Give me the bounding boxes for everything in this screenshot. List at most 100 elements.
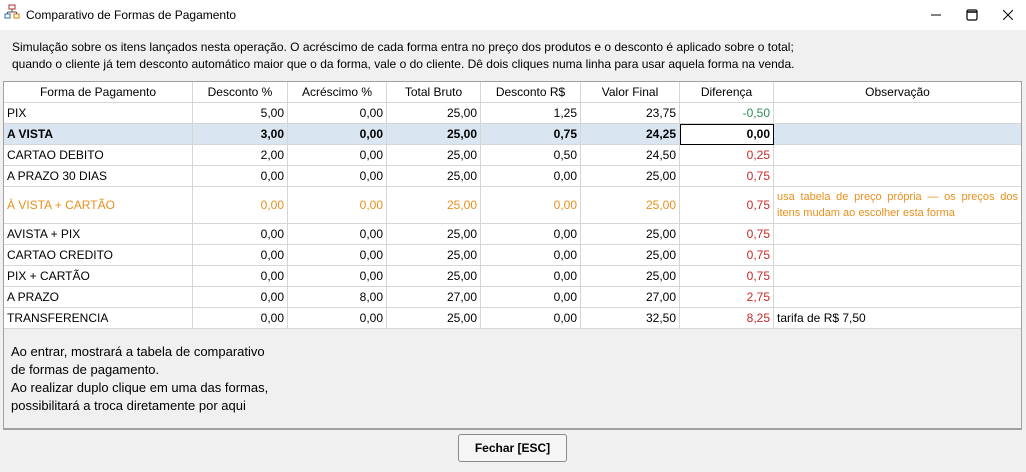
cell-acrescimo-pct: 0,00 [288,224,387,245]
cell-forma: PIX [4,103,193,124]
description: Simulação sobre os itens lançados nesta … [12,39,1012,73]
cell-valor-final: 25,00 [581,224,680,245]
cell-observacao [774,245,1021,266]
cell-forma: PIX + CARTÃO [4,266,193,287]
description-line: quando o cliente já tem desconto automát… [12,57,795,71]
close-icon [1003,10,1013,20]
cell-acrescimo-pct: 0,00 [288,103,387,124]
cell-desconto-rs: 0,00 [481,266,581,287]
cell-diferenca: 0,75 [680,166,774,187]
header-valor-final[interactable]: Valor Final [581,82,680,103]
cell-valor-final: 25,00 [581,245,680,266]
cell-forma: AVISTA + PIX [4,224,193,245]
cell-forma: À VISTA + CARTÃO [4,187,193,224]
cell-total-bruto: 25,00 [387,124,481,145]
table-row[interactable]: PIX 5,00 0,00 25,00 1,25 23,75 -0,50 [4,103,1021,124]
header-total-bruto[interactable]: Total Bruto [387,82,481,103]
cell-valor-final: 25,00 [581,166,680,187]
cell-desconto-pct: 3,00 [193,124,288,145]
maximize-button[interactable] [954,0,990,30]
cell-acrescimo-pct: 0,00 [288,145,387,166]
cell-desconto-rs: 0,50 [481,145,581,166]
cell-observacao [774,124,1021,145]
cell-desconto-rs: 0,00 [481,166,581,187]
note-line: possibilitará a troca diretamente por aq… [11,398,246,413]
maximize-icon [966,9,978,21]
header-forma[interactable]: Forma de Pagamento [4,82,193,103]
cell-total-bruto: 25,00 [387,308,481,329]
cell-diferenca: 0,75 [680,224,774,245]
cell-diferenca: -0,50 [680,103,774,124]
grid-header: Forma de Pagamento Desconto % Acréscimo … [4,82,1021,103]
cell-acrescimo-pct: 0,00 [288,266,387,287]
cell-desconto-rs: 0,00 [481,287,581,308]
cell-observacao [774,266,1021,287]
header-observacao[interactable]: Observação [774,82,1021,103]
description-line: Simulação sobre os itens lançados nesta … [12,40,794,54]
cell-diferenca: 2,75 [680,287,774,308]
cell-desconto-pct: 0,00 [193,266,288,287]
table-row[interactable]: CARTAO DEBITO 2,00 0,00 25,00 0,50 24,50 0,25 [4,145,1021,166]
cell-diferenca: 0,25 [680,145,774,166]
table-row[interactable]: TRANSFERENCIA 0,00 0,00 25,00 0,00 32,50 8,25 t… [4,308,1021,329]
minimize-button[interactable] [918,0,954,30]
footer-divider [3,429,1022,430]
cell-acrescimo-pct: 0,00 [288,166,387,187]
cell-valor-final: 25,00 [581,266,680,287]
cell-forma: A VISTA [4,124,193,145]
header-diferenca[interactable]: Diferença [680,82,774,103]
cell-forma: CARTAO CREDITO [4,245,193,266]
table-row[interactable]: À VISTA + CARTÃO 0,00 0,00 25,00 0,00 25,00 0,… [4,187,1021,224]
cell-diferenca: 8,25 [680,308,774,329]
cell-valor-final: 25,00 [581,187,680,224]
window-title: Comparativo de Formas de Pagamento [26,8,237,22]
cell-desconto-pct: 0,00 [193,308,288,329]
cell-observacao [774,224,1021,245]
cell-forma: A PRAZO [4,287,193,308]
title-bar: Comparativo de Formas de Pagamento [0,0,1026,30]
cell-desconto-rs: 0,00 [481,224,581,245]
cell-diferenca: 0,75 [680,266,774,287]
table-row[interactable]: A VISTA 3,00 0,00 25,00 0,75 24,25 0,00 [4,124,1021,145]
cell-valor-final: 24,25 [581,124,680,145]
cell-total-bruto: 25,00 [387,245,481,266]
table-row[interactable]: A PRAZO 30 DIAS 0,00 0,00 25,00 0,00 25,00 0,7… [4,166,1021,187]
cell-desconto-rs: 0,75 [481,124,581,145]
cell-total-bruto: 25,00 [387,103,481,124]
cell-acrescimo-pct: 0,00 [288,245,387,266]
cell-diferenca: 0,75 [680,187,774,224]
cell-total-bruto: 25,00 [387,187,481,224]
payment-grid[interactable]: Forma de Pagamento Desconto % Acréscimo … [3,81,1022,329]
table-row[interactable]: A PRAZO 0,00 8,00 27,00 0,00 27,00 2,75 [4,287,1021,308]
cell-diferenca: 0,00 [680,124,774,145]
cell-desconto-pct: 2,00 [193,145,288,166]
cell-desconto-pct: 0,00 [193,224,288,245]
cell-desconto-pct: 5,00 [193,103,288,124]
header-acrescimo-pct[interactable]: Acréscimo % [288,82,387,103]
close-window-button[interactable] [990,0,1026,30]
cell-desconto-pct: 0,00 [193,245,288,266]
app-icon [4,4,20,19]
cell-desconto-rs: 1,25 [481,103,581,124]
cell-observacao: tarifa de R$ 7,50 [774,308,1021,329]
cell-acrescimo-pct: 0,00 [288,308,387,329]
cell-total-bruto: 25,00 [387,224,481,245]
close-button[interactable]: Fechar [ESC] [458,434,567,462]
cell-diferenca: 0,75 [680,245,774,266]
cell-total-bruto: 25,00 [387,266,481,287]
note-line: Ao entrar, mostrará a tabela de comparat… [11,344,265,359]
cell-acrescimo-pct: 0,00 [288,187,387,224]
cell-forma: TRANSFERENCIA [4,308,193,329]
header-desconto-pct[interactable]: Desconto % [193,82,288,103]
cell-observacao [774,145,1021,166]
table-row[interactable]: PIX + CARTÃO 0,00 0,00 25,00 0,00 25,00 0,75 [4,266,1021,287]
cell-observacao [774,166,1021,187]
cell-observacao [774,103,1021,124]
note-line: de formas de pagamento. [11,362,160,377]
minimize-icon [931,14,941,16]
table-row[interactable]: CARTAO CREDITO 0,00 0,00 25,00 0,00 25,00 0,75 [4,245,1021,266]
header-desconto-rs[interactable]: Desconto R$ [481,82,581,103]
table-row[interactable]: AVISTA + PIX 0,00 0,00 25,00 0,00 25,00 0,75 [4,224,1021,245]
cell-total-bruto: 25,00 [387,166,481,187]
cell-forma: A PRAZO 30 DIAS [4,166,193,187]
